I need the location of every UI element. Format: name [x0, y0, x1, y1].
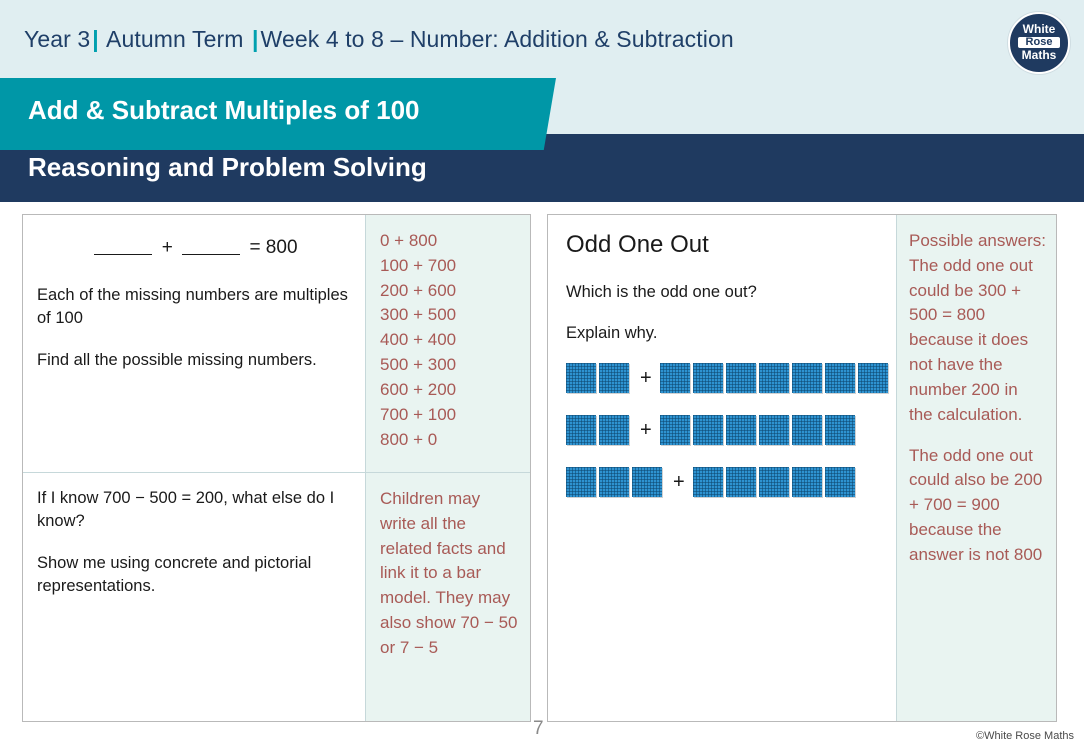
answer-1-cell: 0 + 800 100 + 700 200 + 600 300 + 500 40… [365, 215, 530, 472]
odd-one-out-answer-1: Possible answers: The odd one out could … [909, 231, 1047, 424]
answer-item: 100 + 700 [380, 255, 457, 275]
breadcrumb-term: Autumn Term [106, 26, 244, 52]
hundred-flat [599, 363, 629, 394]
base-ten-group-right [659, 415, 858, 446]
base-ten-row-1: + [566, 363, 888, 394]
base-ten-row-3: + [566, 467, 882, 498]
question-1-line-2: Find all the possible missing numbers. [37, 350, 317, 369]
answer-item: 300 + 500 [380, 305, 457, 325]
logo-line-white: White [1022, 22, 1056, 36]
odd-one-out-cell: Odd One Out Which is the odd one out? Ex… [548, 215, 896, 721]
hundred-flat [758, 415, 789, 446]
breadcrumb-separator-1: | [92, 26, 99, 52]
base-ten-group-left [566, 363, 632, 394]
equation-result: = 800 [249, 237, 298, 258]
hundred-flat [725, 467, 756, 498]
content-area: + = 800 Each of the missing numbers are … [0, 210, 1084, 722]
plus-icon: + [640, 367, 652, 390]
question-2-line-1: If I know 700 − 500 = 200, what else do … [37, 489, 335, 531]
answer-item: 0 + 800 [380, 231, 438, 250]
hundred-flat [692, 467, 723, 498]
hundred-flat [599, 467, 629, 498]
hundred-flat [824, 467, 855, 498]
equation-plus: + [161, 237, 173, 258]
hundred-flat [659, 415, 690, 446]
hundred-flat [824, 415, 855, 446]
breadcrumb-week: Week 4 to 8 – Number: Addition & Subtrac… [260, 26, 734, 52]
plus-icon: + [640, 419, 652, 442]
question-1-cell: + = 800 Each of the missing numbers are … [23, 215, 365, 472]
odd-one-out-answer-cell: Possible answers: The odd one out could … [896, 215, 1056, 721]
odd-one-out-prompt-2: Explain why. [566, 324, 658, 343]
answer-item: 500 + 300 [380, 355, 457, 375]
right-panel: Odd One Out Which is the odd one out? Ex… [547, 214, 1057, 722]
base-ten-group-left [566, 467, 665, 498]
hundred-flat [758, 467, 789, 498]
breadcrumb: Year 3| Autumn Term |Week 4 to 8 – Numbe… [24, 26, 734, 53]
breadcrumb-separator-2: | [252, 26, 259, 52]
hundred-flat [599, 415, 629, 446]
answer-item: 700 + 100 [380, 404, 457, 424]
breadcrumb-year: Year 3 [24, 26, 91, 52]
answer-item: 800 + 0 [380, 429, 438, 449]
odd-one-out-title: Odd One Out [566, 231, 709, 258]
odd-one-out-prompt-1: Which is the odd one out? [566, 283, 757, 301]
base-ten-group-right [692, 467, 858, 498]
left-panel: + = 800 Each of the missing numbers are … [22, 214, 531, 722]
answer-item: 600 + 200 [380, 379, 457, 399]
question-1-line-1: Each of the missing numbers are multiple… [37, 285, 348, 328]
hundred-flat [659, 363, 690, 394]
question-2-cell: If I know 700 − 500 = 200, what else do … [23, 473, 365, 721]
hundred-flat [566, 363, 596, 394]
answer-2-cell: Children may write all the related facts… [365, 473, 530, 721]
lesson-title: Add & Subtract Multiples of 100 [28, 95, 420, 125]
answer-item: 200 + 600 [380, 280, 457, 300]
page-number: 7 [533, 718, 544, 739]
hundred-flat [566, 415, 596, 446]
base-ten-group-right [659, 363, 891, 394]
section-title: Reasoning and Problem Solving [28, 152, 427, 182]
question-2-line-2: Show me using concrete and pictorial rep… [37, 553, 312, 596]
hundred-flat [692, 415, 723, 446]
hundred-flat [857, 363, 888, 394]
hundred-flat [725, 363, 756, 394]
blank-2 [182, 254, 241, 255]
answer-item: 400 + 400 [380, 330, 457, 350]
hundred-flat [791, 415, 822, 446]
logo-line-maths: Maths [1021, 48, 1057, 63]
base-ten-group-left [566, 415, 632, 446]
odd-one-out-answer-2: The odd one out could also be 200 + 700 … [909, 445, 1043, 564]
hundred-flat [824, 363, 855, 394]
hundred-flat [791, 363, 822, 394]
white-rose-maths-logo: White Rose Maths [1008, 12, 1070, 74]
lesson-title-banner: Add & Subtract Multiples of 100 [0, 78, 556, 150]
hundred-flat [791, 467, 822, 498]
equation-blanks: + = 800 [37, 235, 351, 262]
logo-line-rose: Rose [1018, 36, 1060, 49]
hundred-flat [758, 363, 789, 394]
blank-1 [94, 254, 153, 255]
question-row-2: If I know 700 − 500 = 200, what else do … [23, 473, 530, 721]
copyright-notice: ©White Rose Maths [976, 730, 1074, 742]
hundred-flat [632, 467, 662, 498]
base-ten-row-2: + [566, 415, 882, 446]
answer-2-text: Children may write all the related facts… [380, 489, 518, 657]
plus-icon: + [673, 471, 685, 494]
hundred-flat [566, 467, 596, 498]
hundred-flat [725, 415, 756, 446]
question-row-1: + = 800 Each of the missing numbers are … [23, 215, 530, 473]
hundred-flat [692, 363, 723, 394]
